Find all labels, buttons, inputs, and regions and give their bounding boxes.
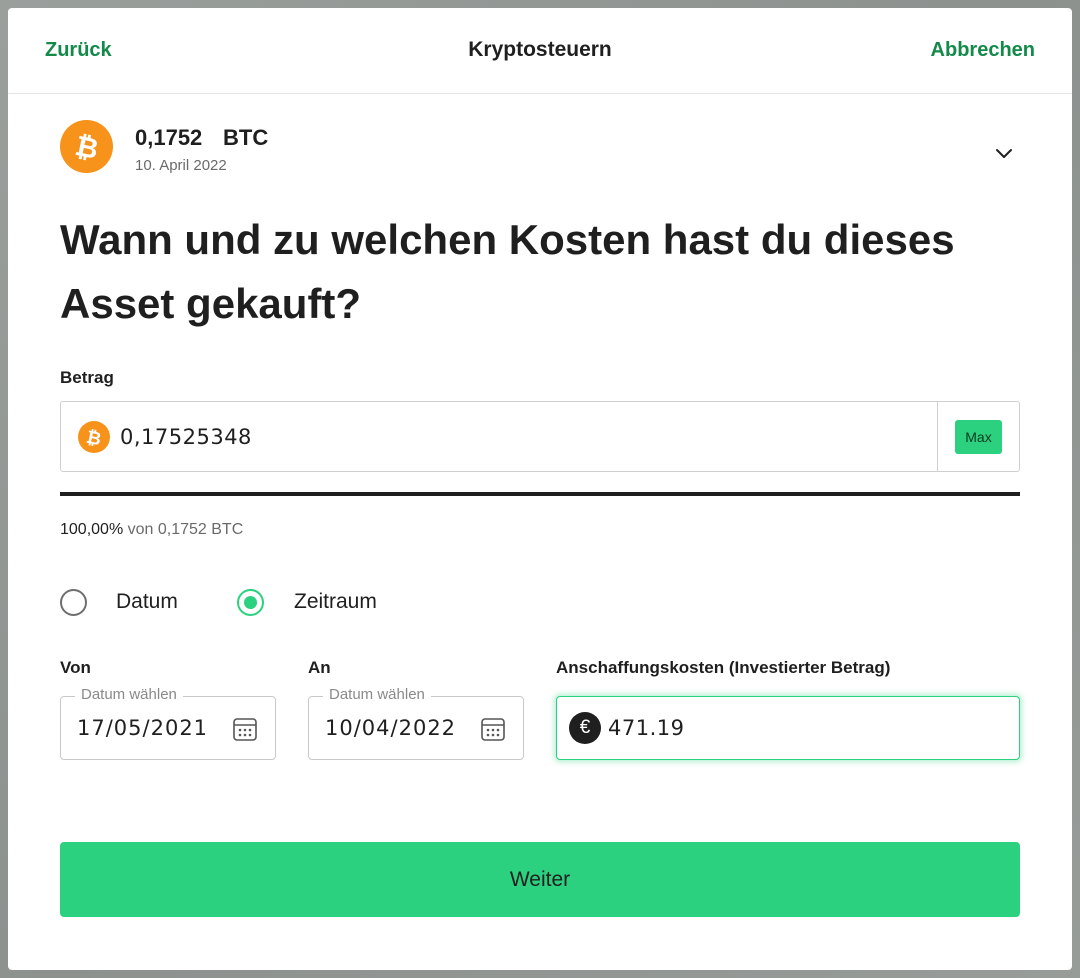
asset-amount: 0,1752 <box>135 125 203 150</box>
to-date-legend: Datum wählen <box>323 686 431 703</box>
max-button[interactable]: Max <box>955 420 1002 454</box>
to-date-field[interactable]: Datum wählen 10/04/2022 <box>308 686 524 760</box>
asset-symbol: BTC <box>223 125 269 150</box>
to-label: An <box>308 658 331 677</box>
amount-progress-bar <box>60 492 1020 496</box>
svg-text:₿: ₿ <box>84 427 103 448</box>
field-divider <box>937 402 938 471</box>
calendar-icon[interactable] <box>480 716 506 742</box>
bitcoin-icon: ₿ <box>78 421 110 453</box>
cost-label: Anschaffungskosten (Investierter Betrag) <box>556 658 891 677</box>
radio-zeitraum-label[interactable]: Zeitraum <box>294 590 377 614</box>
amount-label: Betrag <box>60 368 114 387</box>
percent-of-total: von 0,1752 BTC <box>127 521 244 538</box>
dialog-title: Kryptosteuern <box>468 38 612 61</box>
crypto-tax-dialog: Zurück Kryptosteuern Abbrechen ₿ 0,1752 … <box>8 8 1072 970</box>
to-date-value[interactable]: 10/04/2022 <box>325 716 456 740</box>
from-label: Von <box>60 658 91 677</box>
amount-input[interactable]: ₿ 0,17525348 Max <box>60 401 1020 472</box>
radio-zeitraum[interactable] <box>237 589 264 616</box>
acquisition-cost-input[interactable]: € 471.19 <box>556 696 1020 760</box>
amount-value[interactable]: 0,17525348 <box>120 425 252 449</box>
amount-percent: 100,00% von 0,1752 BTC <box>60 521 243 539</box>
percent-value: 100,00% <box>60 521 124 538</box>
continue-button[interactable]: Weiter <box>60 842 1020 917</box>
from-date-value[interactable]: 17/05/2021 <box>77 716 208 740</box>
radio-datum-label[interactable]: Datum <box>116 590 178 614</box>
acquisition-cost-value[interactable]: 471.19 <box>608 716 684 740</box>
page-question: Wann und zu welchen Kosten hast du diese… <box>60 216 955 327</box>
cancel-button[interactable]: Abbrechen <box>931 39 1035 62</box>
asset-summary[interactable]: ₿ 0,1752 BTC 10. April 2022 <box>60 120 1020 180</box>
asset-date: 10. April 2022 <box>135 157 227 174</box>
bitcoin-icon: ₿ <box>60 120 113 173</box>
from-date-legend: Datum wählen <box>75 686 183 703</box>
from-date-field[interactable]: Datum wählen 17/05/2021 <box>60 686 276 760</box>
calendar-icon[interactable] <box>232 716 258 742</box>
dialog-header: Zurück Kryptosteuern Abbrechen <box>8 8 1072 94</box>
svg-text:₿: ₿ <box>72 130 101 164</box>
euro-icon: € <box>569 712 601 744</box>
amount-progress-fill <box>60 492 1020 496</box>
date-mode-selector: Datum Zeitraum <box>60 586 660 618</box>
radio-datum[interactable] <box>60 589 87 616</box>
chevron-down-icon[interactable] <box>992 142 1016 166</box>
